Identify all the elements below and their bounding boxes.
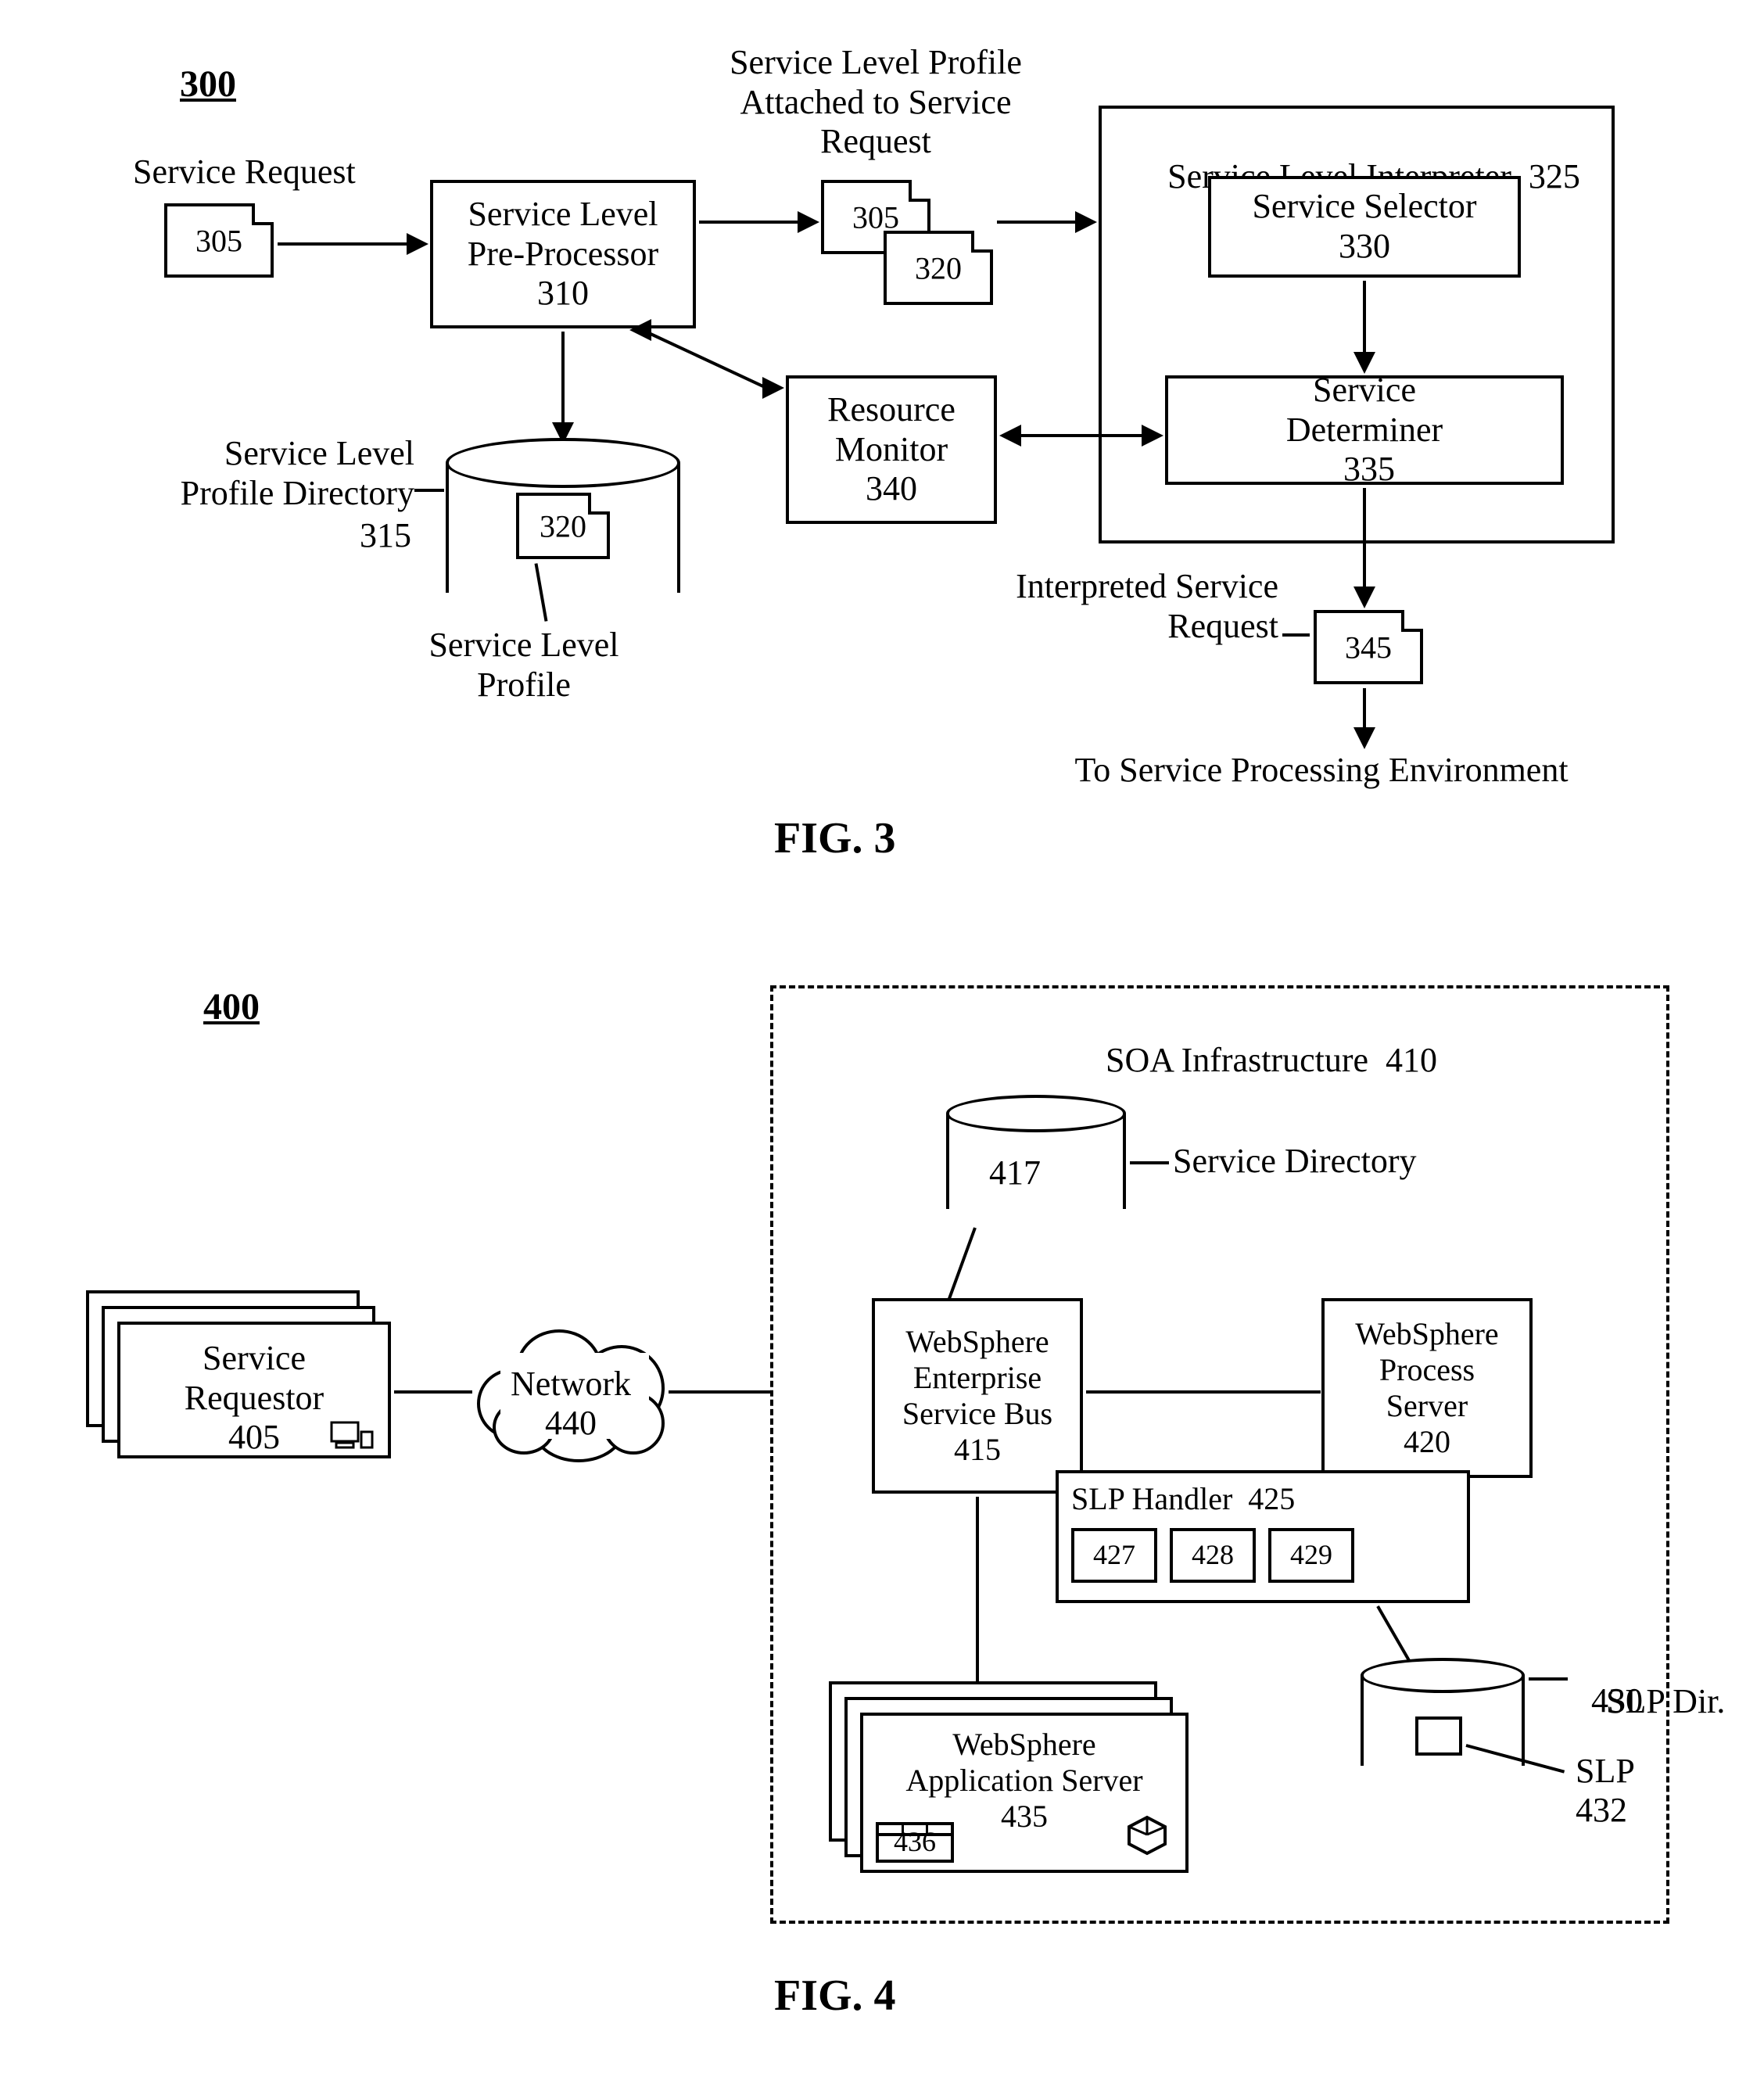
soa-title-text: SOA Infrastructure — [1106, 1041, 1368, 1079]
esb-num: 415 — [954, 1432, 1001, 1468]
arrow-line — [1019, 434, 1144, 437]
arrowhead-icon — [1353, 727, 1375, 749]
service-requestor-num: 405 — [228, 1418, 280, 1458]
svcdir-num: 417 — [989, 1153, 1041, 1193]
connector-line — [976, 1497, 979, 1692]
page: 300 Service Request 305 Service Level Pr… — [0, 0, 1764, 2077]
arrow-line — [699, 221, 801, 224]
profile-directory-num: 315 — [360, 516, 411, 556]
fig3-caption: FIG. 3 — [774, 813, 896, 863]
doc-305-num: 305 — [167, 222, 271, 259]
arrowhead-icon — [999, 425, 1021, 447]
slp-handler-title: SLP Handler — [1071, 1481, 1232, 1516]
service-selector-title: Service Selector — [1252, 187, 1476, 227]
arrowhead-icon — [1075, 211, 1097, 233]
leader-line — [1529, 1677, 1568, 1681]
slp-label: Service Level Profile — [407, 626, 641, 705]
network-cloud: Network 440 — [469, 1322, 672, 1470]
slp-sub-428: 428 — [1170, 1528, 1256, 1583]
service-requestor-title: Service Requestor — [185, 1339, 324, 1418]
doc-320b-num: 320 — [887, 249, 990, 286]
slp-handler-num: 425 — [1248, 1481, 1295, 1516]
fig3-ref: 300 — [180, 63, 236, 106]
connector-line — [1086, 1390, 1321, 1394]
arrow-line — [997, 221, 1079, 224]
process-server-num: 420 — [1404, 1424, 1450, 1460]
arrowhead-icon — [1142, 425, 1163, 447]
interpreter-num: 325 — [1529, 157, 1580, 196]
network-label: Network — [469, 1365, 672, 1404]
soa-num: 410 — [1386, 1041, 1437, 1079]
service-selector-box: Service Selector 330 — [1208, 176, 1521, 278]
service-determiner-box: Service Determiner 335 — [1165, 375, 1564, 485]
arrowhead-icon — [407, 233, 428, 255]
service-request-label: Service Request — [133, 152, 356, 192]
doc-345: 345 — [1314, 610, 1423, 684]
resource-monitor-title: Resource Monitor — [827, 390, 956, 469]
slp-num-4: 432 — [1576, 1791, 1627, 1831]
preprocessor-box: Service Level Pre-Processor 310 — [430, 180, 696, 328]
arrow-line — [561, 332, 565, 425]
profile-directory-label: Service Level Profile Directory — [133, 434, 414, 513]
slp-label-4: SLP — [1576, 1752, 1635, 1792]
arrow-line — [1363, 281, 1366, 355]
preprocessor-num: 310 — [537, 274, 589, 314]
slp-sub-427: 427 — [1071, 1528, 1157, 1583]
arrowhead-icon — [762, 377, 784, 399]
doc-320-num: 320 — [519, 508, 607, 544]
leader-line — [1130, 1161, 1169, 1164]
arrowhead-icon — [1353, 587, 1375, 608]
network-num: 440 — [469, 1404, 672, 1444]
cube-icon — [1126, 1814, 1168, 1860]
fig4-ref: 400 — [203, 985, 260, 1028]
service-determiner-num: 335 — [1343, 450, 1395, 490]
slp-handler-box: SLP Handler 425 427 428 429 — [1056, 1470, 1470, 1603]
workstation-icon — [328, 1419, 375, 1456]
preprocessor-title: Service Level Pre-Processor — [468, 195, 658, 274]
arrow-line — [1363, 688, 1366, 731]
leader-line — [1282, 633, 1310, 637]
esb-title: WebSphere Enterprise Service Bus — [902, 1324, 1052, 1432]
arrow-line — [1363, 488, 1366, 590]
slp-sub-429: 429 — [1268, 1528, 1354, 1583]
service-determiner-title: Service Determiner — [1286, 371, 1443, 450]
doc-305: 305 — [164, 203, 274, 278]
fig4-caption: FIG. 4 — [774, 1971, 896, 2021]
service-selector-num: 330 — [1339, 227, 1390, 267]
appsrv-minibox: 436 — [876, 1822, 954, 1863]
doc-345-num: 345 — [1317, 629, 1420, 665]
doc-320-attached: 320 — [884, 231, 993, 305]
process-server-box: WebSphere Process Server 420 — [1321, 1298, 1533, 1478]
arrowhead-icon — [629, 319, 651, 341]
connector-line — [394, 1390, 472, 1394]
doc-320-in-cyl: 320 — [516, 493, 610, 559]
interpreted-request-label: Interpreted Service Request — [966, 567, 1278, 646]
slp-doc-icon — [1415, 1716, 1462, 1756]
process-server-title: WebSphere Process Server — [1355, 1316, 1498, 1424]
doc-305b-num: 305 — [824, 199, 927, 235]
soa-title: SOA Infrastructure 410 — [1071, 1001, 1437, 1120]
resource-monitor-box: Resource Monitor 340 — [786, 375, 997, 524]
arrow-line — [648, 332, 773, 393]
slpdir-num: 430 — [1591, 1681, 1643, 1721]
app-server-title: WebSphere Application Server — [905, 1727, 1142, 1799]
arrowhead-icon — [798, 211, 819, 233]
to-processing-label: To Service Processing Environment — [1001, 751, 1642, 791]
attached-label: Service Level Profile Attached to Servic… — [704, 43, 1048, 162]
arrow-line — [278, 242, 411, 246]
svcdir-label: Service Directory — [1173, 1142, 1417, 1182]
resource-monitor-num: 340 — [866, 469, 917, 509]
leader-line — [414, 489, 444, 492]
esb-box: WebSphere Enterprise Service Bus 415 — [872, 1298, 1083, 1494]
app-server-num: 435 — [1001, 1799, 1048, 1835]
